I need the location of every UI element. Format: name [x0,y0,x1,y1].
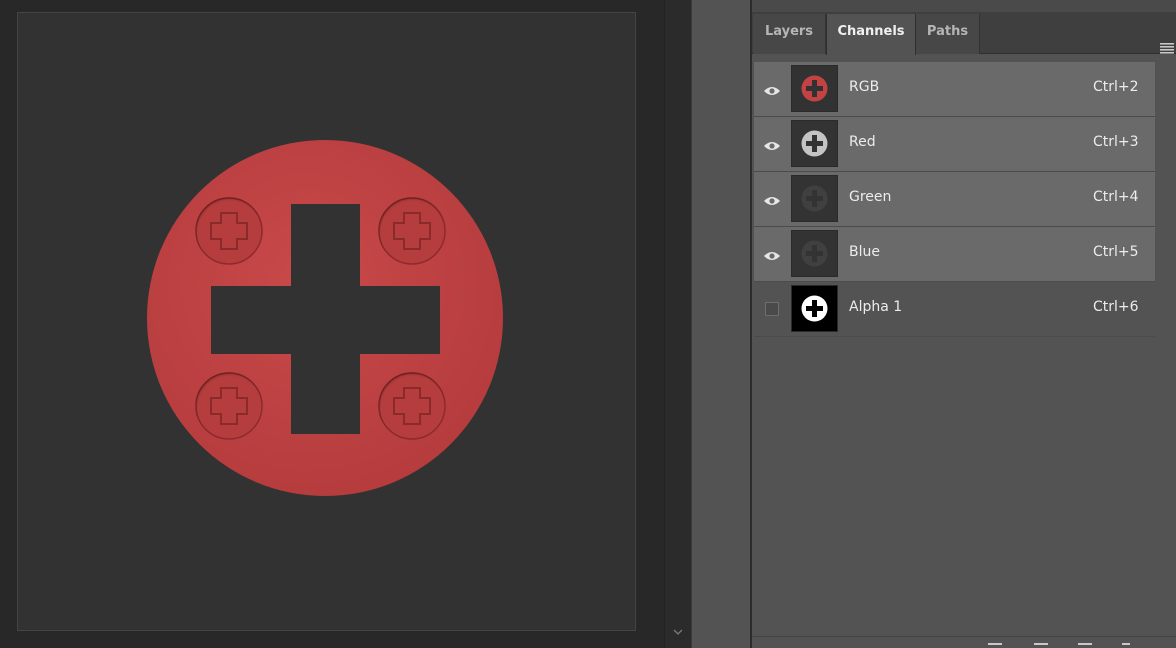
channel-thumbnail-red [791,120,838,167]
visibility-toggle-empty[interactable] [765,302,779,316]
channels-panel: Layers Channels Paths RGB Ctrl+2 Red Ctr… [750,0,1176,648]
channel-row-rgb[interactable]: RGB Ctrl+2 [754,62,1155,117]
channel-thumbnail-green [791,175,838,222]
panel-tab-bar: Layers Channels Paths [752,12,1176,55]
channel-row-green[interactable]: Green Ctrl+4 [754,172,1155,227]
document-area [0,0,664,648]
channel-name: RGB [849,79,880,95]
new-channel-icon[interactable] [1078,643,1092,648]
small-badge-bottom-left [195,372,263,440]
channel-shortcut: Ctrl+6 [1093,299,1139,315]
channel-name: Blue [849,244,880,260]
vertical-scrollbar[interactable] [664,0,691,648]
small-badge-top-right [378,197,446,265]
scroll-down-arrow-icon[interactable] [672,626,684,638]
channel-row-red[interactable]: Red Ctrl+3 [754,117,1155,172]
eye-icon[interactable] [763,192,781,205]
channel-name: Alpha 1 [849,299,903,315]
eye-icon[interactable] [763,137,781,150]
small-badge-top-left [195,197,263,265]
channel-name: Green [849,189,892,205]
badge-artwork [147,140,503,496]
channel-shortcut: Ctrl+5 [1093,244,1139,260]
eye-icon[interactable] [763,82,781,95]
save-selection-icon[interactable] [1034,643,1048,648]
tab-layers[interactable]: Layers [753,14,826,54]
tab-channels[interactable]: Channels [826,14,916,55]
tab-paths[interactable]: Paths [916,14,980,54]
channel-row-blue[interactable]: Blue Ctrl+5 [754,227,1155,282]
delete-channel-icon[interactable] [1122,643,1130,648]
photoshop-window: Layers Channels Paths RGB Ctrl+2 Red Ctr… [0,0,1176,648]
panel-dock-spacer [691,0,750,648]
panel-menu-icon[interactable] [1160,39,1174,54]
channel-shortcut: Ctrl+4 [1093,189,1139,205]
channel-thumbnail-rgb [791,65,838,112]
small-badge-bottom-right [378,372,446,440]
load-selection-icon[interactable] [988,643,1002,648]
channel-name: Red [849,134,876,150]
channel-row-alpha-1[interactable]: Alpha 1 Ctrl+6 [754,282,1155,337]
channel-list: RGB Ctrl+2 Red Ctrl+3 Green Ctrl+4 Blue … [754,62,1155,337]
channel-shortcut: Ctrl+3 [1093,134,1139,150]
channel-shortcut: Ctrl+2 [1093,79,1139,95]
document-canvas[interactable] [17,12,636,631]
channel-thumbnail-blue [791,230,838,277]
panel-header-strip [752,0,1176,12]
panel-footer-toolbar [752,636,1176,648]
eye-icon[interactable] [763,247,781,260]
channel-thumbnail-alpha-1 [791,285,838,332]
